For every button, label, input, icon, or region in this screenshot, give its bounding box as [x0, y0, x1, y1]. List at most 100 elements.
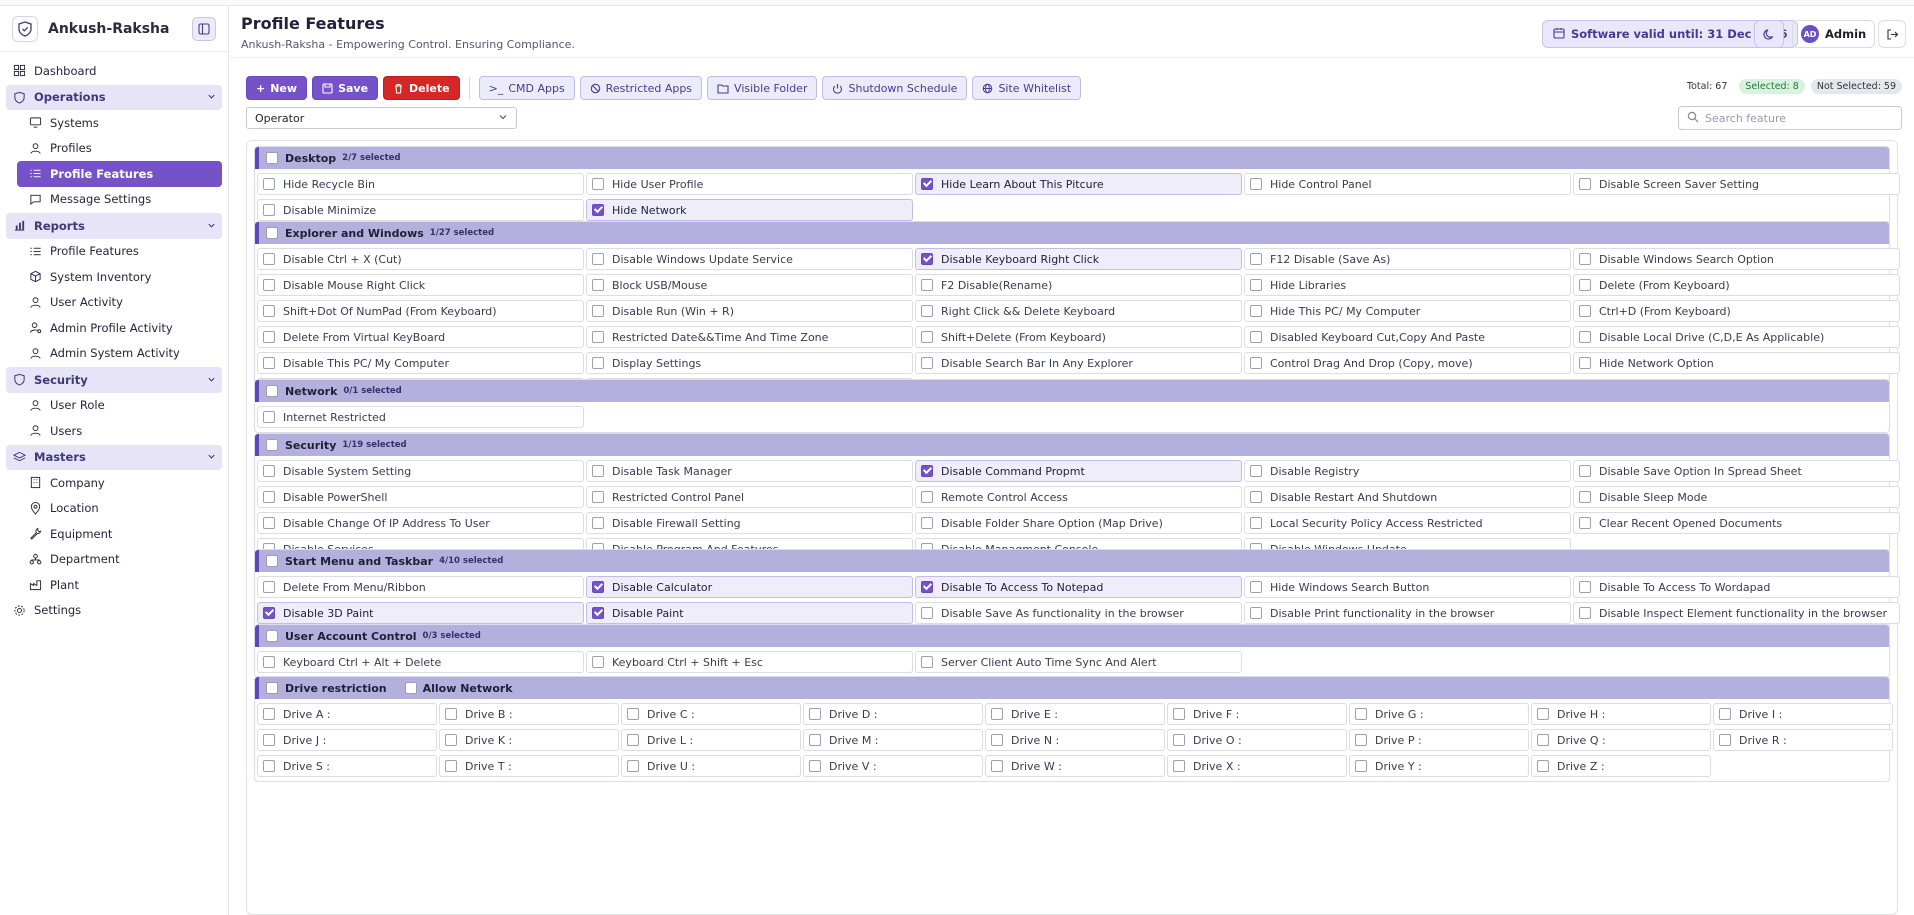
feature-checkbox[interactable]: [921, 517, 933, 529]
feature-checkbox[interactable]: [592, 465, 604, 477]
drive-option[interactable]: Drive M :: [803, 729, 983, 751]
cmd-apps-button[interactable]: >_ CMD Apps: [478, 76, 575, 100]
feature-option[interactable]: Delete From Menu/Ribbon: [257, 576, 584, 598]
drive-option[interactable]: Drive Z :: [1531, 755, 1711, 777]
feature-checkbox[interactable]: [1579, 491, 1591, 503]
feature-checkbox[interactable]: [592, 331, 604, 343]
feature-checkbox[interactable]: [592, 517, 604, 529]
section-select-all-checkbox[interactable]: [266, 630, 278, 642]
feature-checkbox[interactable]: [921, 465, 933, 477]
feature-option[interactable]: Remote Control Access: [915, 486, 1242, 508]
drive-checkbox[interactable]: [263, 760, 275, 772]
feature-checkbox[interactable]: [1579, 465, 1591, 477]
sidebar-item-operations[interactable]: Operations: [6, 84, 222, 110]
feature-checkbox[interactable]: [592, 607, 604, 619]
feature-option[interactable]: Disable Print functionality in the brows…: [1244, 602, 1571, 624]
drive-checkbox[interactable]: [1355, 760, 1367, 772]
new-button[interactable]: + New: [246, 76, 308, 100]
restricted-apps-button[interactable]: Restricted Apps: [579, 76, 703, 100]
feature-checkbox[interactable]: [263, 253, 275, 265]
feature-option[interactable]: Disable Screen Saver Setting: [1573, 173, 1900, 195]
feature-option[interactable]: Shift+Delete (From Keyboard): [915, 326, 1242, 348]
feature-option[interactable]: Hide This PC/ My Computer: [1244, 300, 1571, 322]
sidebar-item-location[interactable]: Location: [6, 496, 222, 522]
sidebar-item-system-inventory[interactable]: System Inventory: [6, 264, 222, 290]
drive-checkbox[interactable]: [1173, 760, 1185, 772]
feature-option[interactable]: Disable Minimize: [257, 199, 584, 221]
feature-option[interactable]: Shift+Dot Of NumPad (From Keyboard): [257, 300, 584, 322]
feature-checkbox[interactable]: [1579, 178, 1591, 190]
feature-option[interactable]: Hide Learn About This Pitcure: [915, 173, 1242, 195]
drive-checkbox[interactable]: [445, 734, 457, 746]
feature-option[interactable]: Hide User Profile: [586, 173, 913, 195]
feature-checkbox[interactable]: [1250, 178, 1262, 190]
sidebar-item-department[interactable]: Department: [6, 547, 222, 573]
feature-option[interactable]: Disable Keyboard Right Click: [915, 248, 1242, 270]
feature-checkbox[interactable]: [921, 331, 933, 343]
feature-option[interactable]: Delete From Virtual KeyBoard: [257, 326, 584, 348]
drive-option[interactable]: Drive P :: [1349, 729, 1529, 751]
feature-option[interactable]: Disable Change Of IP Address To User: [257, 512, 584, 534]
feature-checkbox[interactable]: [1579, 253, 1591, 265]
feature-checkbox[interactable]: [921, 656, 933, 668]
drive-checkbox[interactable]: [809, 760, 821, 772]
theme-toggle-button[interactable]: [1754, 20, 1784, 48]
drive-checkbox[interactable]: [1719, 734, 1731, 746]
sidebar-item-equipment[interactable]: Equipment: [6, 521, 222, 547]
drive-option[interactable]: Drive N :: [985, 729, 1165, 751]
sidebar-item-admin-system-activity[interactable]: Admin System Activity: [6, 341, 222, 367]
user-menu-button[interactable]: AD Admin: [1792, 20, 1876, 48]
feature-checkbox[interactable]: [921, 279, 933, 291]
feature-option[interactable]: Server Client Auto Time Sync And Alert: [915, 651, 1242, 673]
feature-option[interactable]: Local Security Policy Access Restricted: [1244, 512, 1571, 534]
drive-option[interactable]: Drive H :: [1531, 703, 1711, 725]
drive-checkbox[interactable]: [991, 734, 1003, 746]
feature-option[interactable]: F12 Disable (Save As): [1244, 248, 1571, 270]
drive-option[interactable]: Drive T :: [439, 755, 619, 777]
drive-option[interactable]: Drive V :: [803, 755, 983, 777]
drive-option[interactable]: Drive Y :: [1349, 755, 1529, 777]
feature-option[interactable]: Disable 3D Paint: [257, 602, 584, 624]
drive-checkbox[interactable]: [1173, 734, 1185, 746]
feature-option[interactable]: Disable PowerShell: [257, 486, 584, 508]
feature-option[interactable]: Hide Windows Search Button: [1244, 576, 1571, 598]
feature-checkbox[interactable]: [1579, 305, 1591, 317]
section-select-all-checkbox[interactable]: [266, 439, 278, 451]
feature-option[interactable]: Disable Paint: [586, 602, 913, 624]
feature-checkbox[interactable]: [1579, 517, 1591, 529]
feature-checkbox[interactable]: [263, 411, 275, 423]
feature-checkbox[interactable]: [1250, 581, 1262, 593]
feature-checkbox[interactable]: [1250, 517, 1262, 529]
sidebar-item-profile-features[interactable]: Profile Features: [17, 161, 222, 187]
drive-option[interactable]: Drive G :: [1349, 703, 1529, 725]
feature-checkbox[interactable]: [263, 656, 275, 668]
site-whitelist-button[interactable]: Site Whitelist: [972, 76, 1082, 100]
drive-option[interactable]: Drive I :: [1713, 703, 1893, 725]
feature-option[interactable]: Disable Firewall Setting: [586, 512, 913, 534]
feature-option[interactable]: Block USB/Mouse: [586, 274, 913, 296]
feature-checkbox[interactable]: [263, 517, 275, 529]
feature-option[interactable]: Hide Network: [586, 199, 913, 221]
feature-checkbox[interactable]: [1579, 331, 1591, 343]
sidebar-item-security[interactable]: Security: [6, 367, 222, 393]
feature-option[interactable]: Disabled Keyboard Cut,Copy And Paste: [1244, 326, 1571, 348]
sidebar-item-message-settings[interactable]: Message Settings: [6, 187, 222, 213]
drive-checkbox[interactable]: [1173, 708, 1185, 720]
feature-option[interactable]: Delete (From Keyboard): [1573, 274, 1900, 296]
feature-checkbox[interactable]: [592, 204, 604, 216]
drive-checkbox[interactable]: [809, 734, 821, 746]
save-button[interactable]: Save: [312, 76, 379, 100]
drive-option[interactable]: Drive B :: [439, 703, 619, 725]
section-select-all-checkbox[interactable]: [266, 227, 278, 239]
feature-option[interactable]: Hide Network Option: [1573, 352, 1900, 374]
feature-checkbox[interactable]: [921, 253, 933, 265]
sidebar-item-profile-features[interactable]: Profile Features: [6, 239, 222, 265]
feature-checkbox[interactable]: [263, 465, 275, 477]
drive-option[interactable]: Drive E :: [985, 703, 1165, 725]
feature-checkbox[interactable]: [1250, 607, 1262, 619]
sidebar-item-admin-profile-activity[interactable]: Admin Profile Activity: [6, 315, 222, 341]
drive-checkbox[interactable]: [627, 708, 639, 720]
feature-option[interactable]: Internet Restricted: [257, 406, 584, 428]
feature-checkbox[interactable]: [592, 656, 604, 668]
feature-option[interactable]: Clear Recent Opened Documents: [1573, 512, 1900, 534]
